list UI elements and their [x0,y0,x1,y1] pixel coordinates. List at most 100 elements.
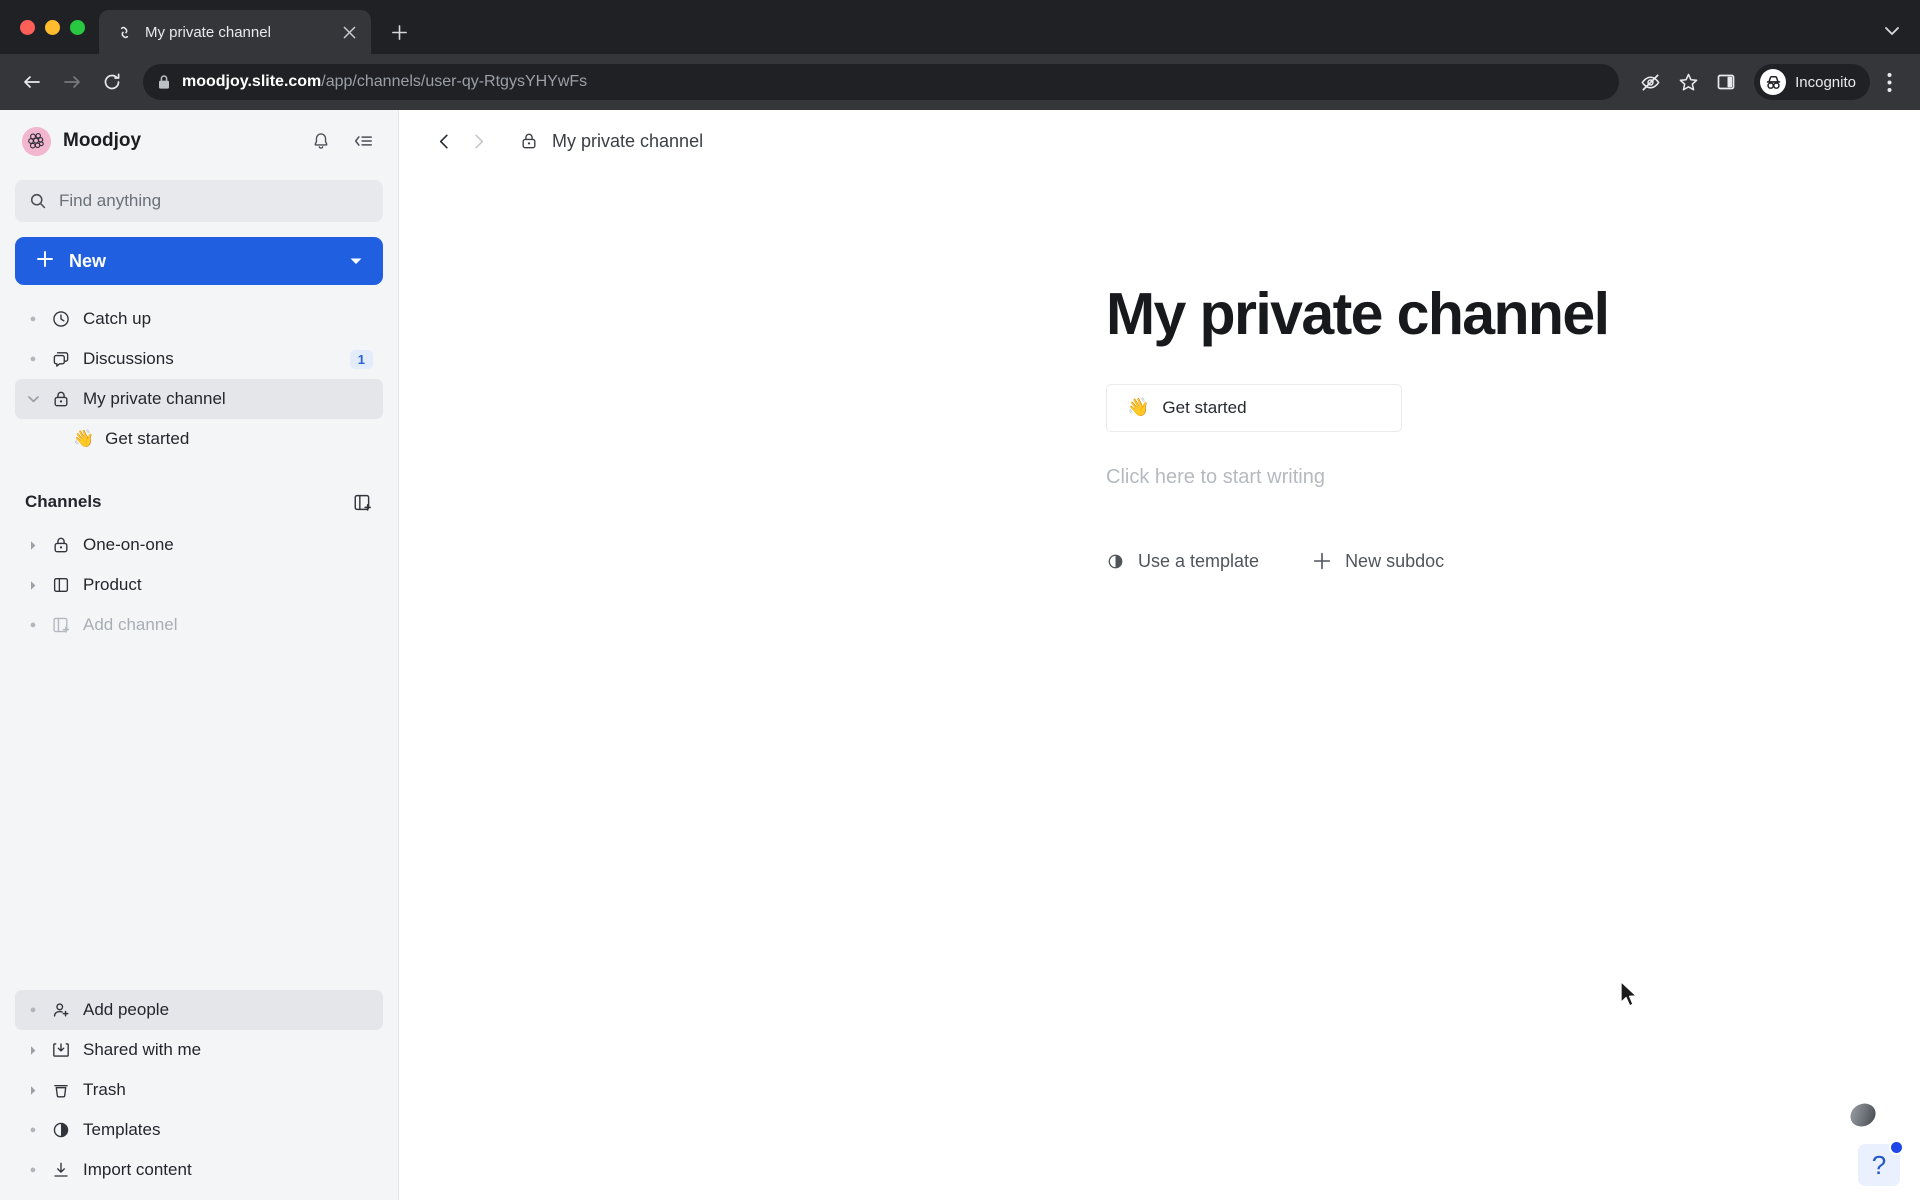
browser-window: My private channel moodjoy.slite.com/app… [0,0,1920,1200]
inbox-download-icon [45,1040,77,1060]
templates-icon [45,1120,77,1140]
sidebar-channel-one-on-one[interactable]: One-on-one [15,525,383,565]
sidebar-item-shared-with-me[interactable]: Shared with me [15,1030,383,1070]
eye-off-icon[interactable] [1632,64,1668,100]
sidebar-item-label: Discussions [83,349,174,368]
chevron-down-icon[interactable] [21,395,45,403]
incognito-icon [1760,69,1787,95]
search-box[interactable] [15,180,383,222]
moodjoy-logo-icon[interactable] [22,126,51,156]
tabstrip-actions [1882,21,1902,46]
incognito-profile-chip[interactable]: Incognito [1754,64,1870,100]
question-mark-icon: ? [1871,1149,1887,1180]
document-area[interactable]: My private channel 👋 Get started Click h… [399,172,1920,1200]
slite-logo-icon [115,23,133,41]
sidebar-bottom-nav: ● Add people Shared with me Trash ● Temp… [0,990,398,1200]
address-bar-url: moodjoy.slite.com/app/channels/user-qy-R… [182,73,587,91]
plus-icon [35,249,55,273]
page-title[interactable]: My private channel [1106,282,1886,347]
arrow-right-icon[interactable] [54,64,90,100]
plus-icon [1312,551,1332,571]
sidebar-item-add-people[interactable]: ● Add people [15,990,383,1030]
waving-hand-icon: 👋 [73,429,95,448]
sidebar-item-label: Import content [83,1160,192,1179]
chat-bubbles-icon [45,349,77,369]
sidebar-item-label: Trash [83,1080,126,1099]
new-tab-button[interactable] [381,14,417,50]
new-button[interactable]: New [15,237,383,285]
sidebar-channel-label: Add channel [83,615,178,634]
status-badge: 1 [349,349,373,369]
chevron-right-icon[interactable] [21,1085,45,1096]
maximize-window-button[interactable] [70,19,85,35]
chevron-right-icon[interactable] [21,580,45,591]
browser-tab[interactable]: My private channel [99,10,371,54]
new-button-label: New [69,250,107,271]
bullet-icon: ● [29,619,37,631]
add-person-icon [45,1000,77,1020]
sidebar-doc-get-started[interactable]: 👋 Get started [15,419,383,459]
subdoc-card[interactable]: 👋 Get started [1106,383,1402,432]
close-icon[interactable] [337,20,361,44]
sidebar-add-channel[interactable]: ● Add channel [15,605,383,645]
templates-icon [1106,552,1125,571]
sidebar-doc-label: Get started [105,429,190,448]
sidebar-item-templates[interactable]: ● Templates [15,1110,383,1150]
sidebar-item-label: Add people [83,1000,170,1019]
sidebar-item-discussions[interactable]: ● Discussions 1 [15,339,383,379]
url-host: moodjoy.slite.com [182,73,322,90]
channels-section-title: Channels [25,492,102,511]
bullet-icon: ● [29,313,37,325]
breadcrumb[interactable]: My private channel [519,131,703,152]
chevron-down-icon[interactable] [349,256,363,266]
star-icon[interactable] [1670,64,1706,100]
editor-placeholder[interactable]: Click here to start writing [1106,466,1886,489]
new-subdoc-button[interactable]: New subdoc [1312,551,1444,572]
reload-icon[interactable] [94,64,130,100]
close-window-button[interactable] [20,19,35,35]
help-notification-badge [1889,1140,1904,1155]
sidebar-channel-label: One-on-one [83,535,174,554]
search-icon [29,192,47,210]
add-channel-icon[interactable] [352,492,373,513]
new-subdoc-label: New subdoc [1345,550,1445,571]
doc-actions: Use a template New subdoc [1106,551,1886,572]
collapse-sidebar-icon[interactable] [348,126,378,156]
bell-icon[interactable] [306,126,336,156]
sidebar-item-import-content[interactable]: ● Import content [15,1150,383,1190]
arrow-left-icon[interactable] [14,64,50,100]
workspace-name: Moodjoy [63,130,142,151]
use-a-template-label: Use a template [1138,550,1260,571]
help-button[interactable]: ? [1858,1140,1904,1186]
lock-icon [45,389,77,409]
kebab-menu-icon[interactable] [1872,64,1906,100]
chevron-right-icon[interactable] [21,1045,45,1056]
main-content: My private channel My private channel 👋 … [399,110,1920,1200]
nav-back-button[interactable] [427,124,461,158]
lock-icon [45,535,77,555]
chevron-right-icon[interactable] [21,540,45,551]
workspace-header: Moodjoy [0,110,398,172]
channels-list: One-on-one Product ● Add channel [0,525,398,645]
minimize-window-button[interactable] [45,19,60,35]
chevron-down-icon[interactable] [1882,21,1902,46]
side-panel-icon[interactable] [1708,64,1744,100]
lock-icon [157,74,171,90]
nav-forward-button[interactable] [461,124,495,158]
primary-nav: ● Catch up ● Discussions 1 My private ch… [0,299,398,459]
sidebar-item-catch-up[interactable]: ● Catch up [15,299,383,339]
bullet-icon: ● [29,1004,37,1016]
browser-tab-title: My private channel [145,23,271,41]
sidebar-channel-product[interactable]: Product [15,565,383,605]
sidebar-item-my-private-channel[interactable]: My private channel [15,379,383,419]
sidebar-item-label: Shared with me [83,1040,202,1059]
sidebar-item-trash[interactable]: Trash [15,1070,383,1110]
add-channel-icon [45,615,77,635]
use-a-template-button[interactable]: Use a template [1106,551,1259,572]
address-bar[interactable]: moodjoy.slite.com/app/channels/user-qy-R… [143,64,1620,100]
sidebar-item-label: My private channel [83,389,226,408]
import-icon [45,1160,77,1180]
search-input[interactable] [59,191,369,211]
clock-icon [45,309,77,329]
